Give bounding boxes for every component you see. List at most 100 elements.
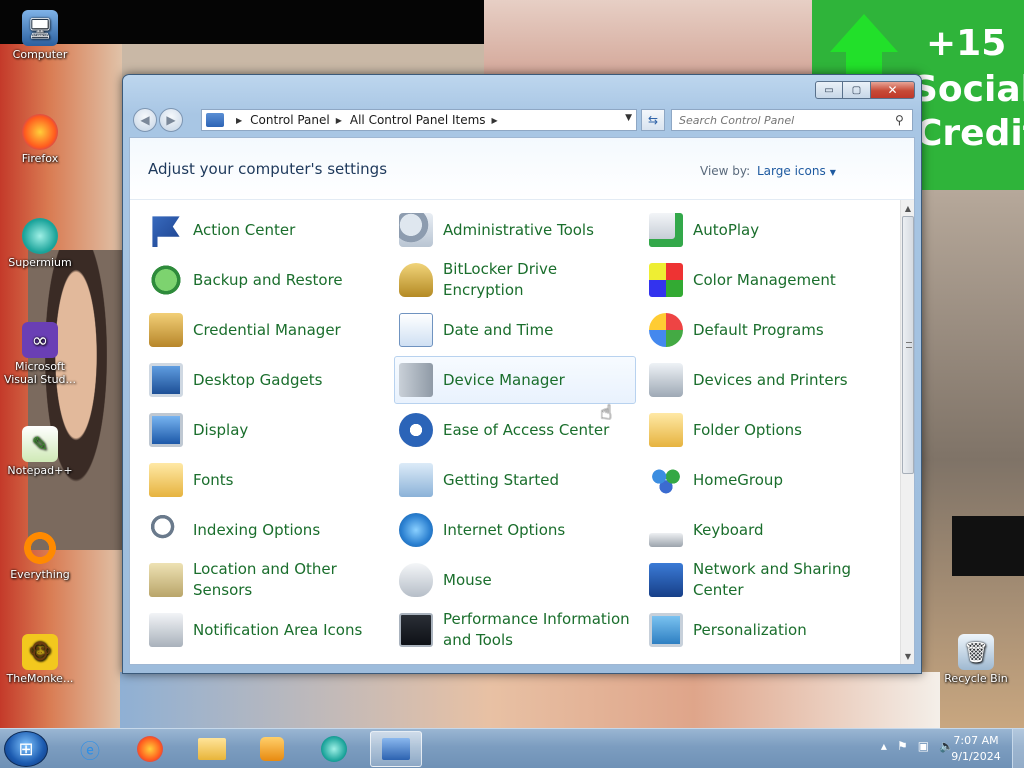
wallpaper-segment	[28, 250, 124, 550]
cp-item-getting-started[interactable]: Getting Started	[394, 456, 636, 504]
desktop-icon-visual-studio[interactable]: ∞ Microsoft Visual Stud...	[2, 322, 78, 386]
navigation-bar: ◀ ▶ ▶ Control Panel ▶ All Control Panel …	[129, 105, 915, 135]
breadcrumb-separator-icon[interactable]: ▶	[492, 116, 498, 125]
clock-time: 7:07 AM	[953, 734, 999, 747]
cp-item-devices-and-printers[interactable]: Devices and Printers	[644, 356, 886, 404]
cp-item-default-programs[interactable]: Default Programs	[644, 306, 886, 354]
maximize-button[interactable]: ▢	[843, 81, 871, 99]
bitlocker-icon	[399, 263, 433, 297]
cp-item-label: Keyboard	[693, 520, 764, 539]
scroll-up-button[interactable]: ▲	[901, 200, 914, 216]
up-arrow-icon	[830, 14, 898, 52]
cp-item-mouse[interactable]: Mouse	[394, 556, 636, 604]
cp-item-administrative-tools[interactable]: Administrative Tools	[394, 206, 636, 254]
credential-icon	[149, 313, 183, 347]
gadgets-icon	[149, 363, 183, 397]
cp-item-label: Date and Time	[443, 320, 554, 339]
desktop-icon-themonke[interactable]: 🐵 TheMonke...	[2, 634, 78, 685]
cp-item-network-and-sharing-center[interactable]: Network and Sharing Center	[644, 556, 886, 604]
recycle-bin-icon: 🗑	[958, 634, 994, 670]
desktop-icon-label: Notepad++	[7, 464, 73, 477]
minimize-button[interactable]: ▭	[815, 81, 843, 99]
content-header: Adjust your computer's settings View by:…	[130, 138, 914, 200]
network-icon[interactable]: ▣	[918, 739, 929, 753]
breadcrumb-all-items[interactable]: All Control Panel Items	[350, 113, 486, 127]
breadcrumb-separator-icon[interactable]: ▶	[336, 116, 342, 125]
breadcrumb-control-panel[interactable]: Control Panel	[250, 113, 330, 127]
taskbar-control-panel[interactable]	[370, 731, 422, 767]
cp-item-fonts[interactable]: Fonts	[144, 456, 386, 504]
homegroup-icon	[649, 463, 683, 497]
cp-item-indexing-options[interactable]: Indexing Options	[144, 506, 386, 554]
cp-item-autoplay[interactable]: AutoPlay	[644, 206, 886, 254]
cp-item-desktop-gadgets[interactable]: Desktop Gadgets	[144, 356, 386, 404]
search-input[interactable]	[671, 109, 913, 131]
show-desktop-button[interactable]	[1012, 729, 1024, 768]
cp-item-bitlocker-drive-encryption[interactable]: BitLocker Drive Encryption	[394, 256, 636, 304]
default-programs-icon	[649, 313, 683, 347]
cp-item-label: Credential Manager	[193, 320, 341, 339]
cp-item-personalization[interactable]: Personalization	[644, 606, 886, 654]
taskbar-media-player[interactable]	[246, 731, 298, 767]
cp-item-label: Action Center	[193, 220, 296, 239]
view-by-value: Large icons	[757, 164, 826, 178]
start-button[interactable]: ⊞	[4, 731, 48, 767]
cp-item-homegroup[interactable]: HomeGroup	[644, 456, 886, 504]
cp-item-action-center[interactable]: Action Center	[144, 206, 386, 254]
back-button[interactable]: ◀	[133, 108, 157, 132]
taskbar-explorer[interactable]	[186, 731, 238, 767]
address-bar[interactable]: ▶ Control Panel ▶ All Control Panel Item…	[201, 109, 637, 131]
desktop-icon-computer[interactable]: 🖥 Computer	[2, 10, 78, 61]
desktop-icon-supermium[interactable]: Supermium	[2, 218, 78, 269]
control-panel-window[interactable]: ▭ ▢ ✕ ◀ ▶ ▶ Control Panel ▶ All Control …	[122, 74, 922, 674]
address-dropdown-icon[interactable]: ▼	[625, 113, 632, 123]
cp-item-location-and-other-sensors[interactable]: Location and Other Sensors	[144, 556, 386, 604]
view-by-dropdown[interactable]: Large icons ▼	[757, 164, 836, 178]
close-button[interactable]: ✕	[871, 81, 915, 99]
cp-item-notification-area-icons[interactable]: Notification Area Icons	[144, 606, 386, 654]
breadcrumb-separator-icon: ▶	[236, 115, 243, 125]
cp-item-performance-information-and-tools[interactable]: Performance Information and Tools	[394, 606, 636, 654]
desktop-icon-firefox[interactable]: Firefox	[2, 114, 78, 165]
cp-item-folder-options[interactable]: Folder Options	[644, 406, 886, 454]
search-icon[interactable]: ⚲	[895, 113, 904, 127]
taskbar-supermium[interactable]	[308, 731, 360, 767]
desktop-icon-notepadpp[interactable]: ✎ Notepad++	[2, 426, 78, 477]
desktop-icon-label: Everything	[10, 568, 70, 581]
desktop-icon-recycle-bin[interactable]: 🗑 Recycle Bin	[938, 634, 1014, 685]
forward-button[interactable]: ▶	[159, 108, 183, 132]
notification-icon	[149, 613, 183, 647]
scroll-thumb[interactable]	[902, 216, 914, 474]
cp-item-display[interactable]: Display	[144, 406, 386, 454]
network-icon	[649, 563, 683, 597]
clock[interactable]: 7:07 AM 9/1/2024	[946, 733, 1006, 765]
supermium-icon	[22, 218, 58, 254]
cp-item-credential-manager[interactable]: Credential Manager	[144, 306, 386, 354]
action-center-flag-icon[interactable]: ⚑	[897, 739, 908, 753]
cp-item-label: Internet Options	[443, 520, 566, 539]
cp-item-date-and-time[interactable]: Date and Time	[394, 306, 636, 354]
monkey-icon: 🐵	[22, 634, 58, 670]
calendar-clock-icon	[399, 313, 433, 347]
vertical-scrollbar[interactable]: ▲ ▼	[900, 200, 914, 664]
refresh-button[interactable]: ⇆	[641, 109, 665, 131]
show-hidden-icons-icon[interactable]: ▴	[881, 739, 887, 753]
autoplay-icon	[649, 213, 683, 247]
control-panel-icon	[382, 738, 410, 760]
cp-item-color-management[interactable]: Color Management	[644, 256, 886, 304]
taskbar-internet-explorer[interactable]: ⓔ	[64, 731, 116, 767]
cp-item-device-manager[interactable]: Device Manager	[394, 356, 636, 404]
desktop-icon-everything[interactable]: Everything	[2, 530, 78, 581]
scroll-down-button[interactable]: ▼	[901, 648, 914, 664]
firefox-icon	[137, 736, 163, 762]
indexing-icon	[149, 513, 183, 547]
cp-item-internet-options[interactable]: Internet Options	[394, 506, 636, 554]
cp-item-keyboard[interactable]: Keyboard	[644, 506, 886, 554]
fonts-icon	[149, 463, 183, 497]
taskbar-firefox[interactable]	[124, 731, 176, 767]
cp-item-backup-and-restore[interactable]: Backup and Restore	[144, 256, 386, 304]
desktop-icon-label: TheMonke...	[6, 672, 74, 685]
title-bar[interactable]: ▭ ▢ ✕	[123, 75, 921, 103]
accessibility-icon	[399, 413, 433, 447]
cp-item-label: Device Manager	[443, 370, 565, 389]
